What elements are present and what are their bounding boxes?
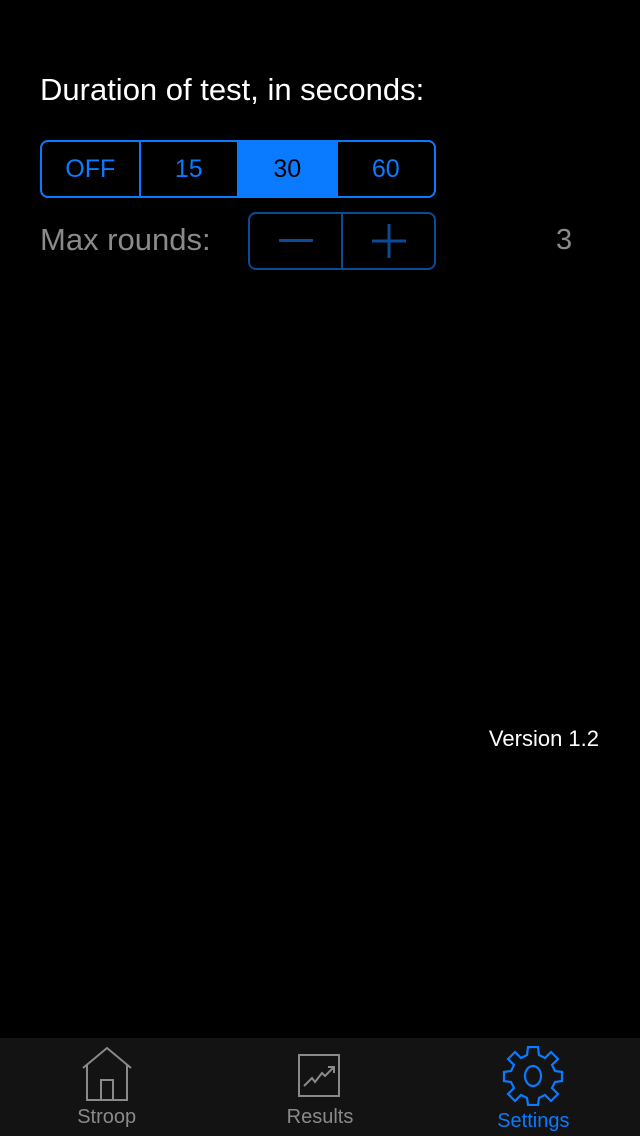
duration-label: Duration of test, in seconds: [40,72,425,107]
house-icon [82,1046,132,1101]
decrement-button[interactable] [250,214,341,268]
duration-off[interactable]: OFF [42,142,139,196]
tab-stroop[interactable]: Stroop [0,1038,213,1136]
duration-segmented-control[interactable]: OFF 15 30 60 [40,140,436,198]
version-label: Version 1.2 [488,726,599,751]
duration-60[interactable]: 60 [335,142,435,196]
chart-icon [297,1054,340,1097]
tab-label: Results [286,1106,354,1128]
tab-label: Stroop [77,1106,137,1128]
tab-label: Settings [497,1110,570,1132]
duration-15[interactable]: 15 [138,142,238,196]
max-rounds-stepper[interactable] [248,212,436,270]
duration-30[interactable]: 30 [237,142,336,196]
plus-icon [371,224,406,258]
tab-results[interactable]: Results [213,1038,426,1136]
minus-icon [278,239,313,242]
tab-bar: Stroop Results Settings [0,1038,640,1136]
max-rounds-value: 3 [556,224,573,256]
max-rounds-label: Max rounds: [40,222,211,257]
increment-button[interactable] [341,214,434,268]
tab-settings[interactable]: Settings [427,1038,640,1136]
gear-icon [503,1046,564,1106]
